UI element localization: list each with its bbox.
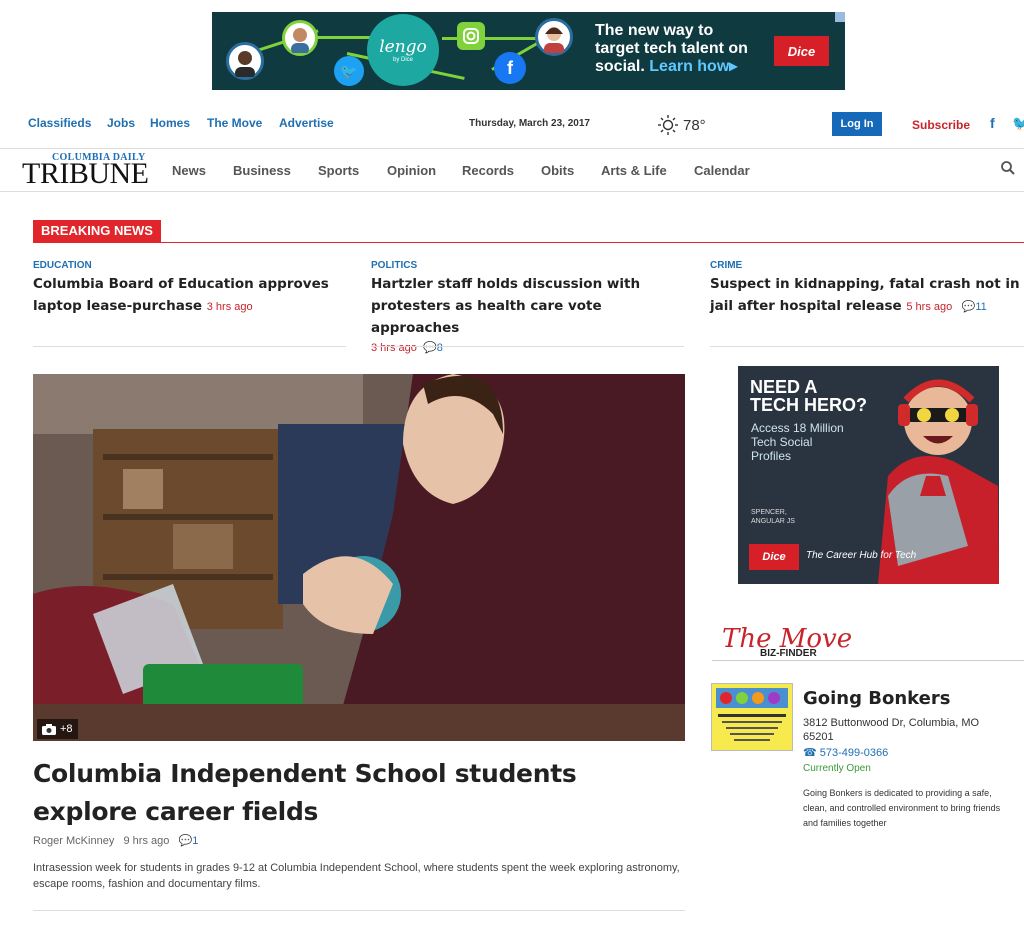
temperature: 78°	[683, 116, 706, 134]
story-headline[interactable]: Hartzler staff holds discussion with pro…	[371, 273, 686, 339]
business-phone-number[interactable]: 573-499-0366	[820, 747, 889, 759]
biz-finder-label: BIZ-FINDER	[760, 648, 817, 659]
hero-time: 9 hrs ago	[123, 835, 170, 847]
hero-photo[interactable]: +8	[33, 374, 685, 741]
nav-item-business[interactable]: Business	[233, 163, 291, 178]
comment-icon[interactable]: 💬	[423, 342, 437, 354]
instagram-icon	[457, 22, 485, 50]
subscribe-link[interactable]: Subscribe	[912, 118, 970, 132]
photo-gallery-badge[interactable]: +8	[37, 719, 78, 739]
ad-line: The new way to	[595, 22, 714, 39]
biz-finder-divider	[712, 660, 1024, 661]
learn-how-link[interactable]: Learn how	[649, 58, 729, 75]
story-headline-text[interactable]: Hartzler staff holds discussion with pro…	[371, 276, 640, 336]
current-date: Thursday, March 23, 2017	[469, 118, 590, 129]
nav-item-records[interactable]: Records	[462, 163, 514, 178]
story-category[interactable]: CRIME	[710, 260, 1024, 271]
dice-logo: Dice	[749, 544, 799, 570]
comment-icon[interactable]: 💬	[962, 301, 976, 313]
ad-tagline: The Career Hub for Tech	[806, 550, 917, 561]
facebook-icon[interactable]: f	[990, 115, 995, 131]
breaking-news-label: BREAKING NEWS	[33, 220, 161, 242]
sun-icon	[658, 115, 678, 135]
comment-icon[interactable]: 💬	[179, 835, 193, 847]
comment-count[interactable]: 11	[975, 301, 986, 313]
author-name[interactable]: Roger McKinney	[33, 835, 114, 847]
ad-line: target tech talent on	[595, 40, 748, 57]
main-nav: COLUMBIA DAILY TRIBUNE News Business Spo…	[0, 148, 1024, 192]
twitter-icon: 🐦	[334, 56, 364, 86]
avatar-icon	[282, 20, 318, 56]
utility-link-classifieds[interactable]: Classifieds	[28, 116, 91, 130]
business-status: Currently Open	[803, 763, 871, 774]
comment-count[interactable]: 1	[192, 835, 198, 847]
ad-caption: SPENCER, ANGULAR JS	[751, 509, 795, 525]
story-divider	[710, 346, 1024, 347]
hero-meta: Roger McKinney 9 hrs ago 💬1	[33, 834, 198, 847]
facebook-icon: f	[494, 52, 526, 84]
avatar-icon	[535, 18, 573, 56]
twitter-icon[interactable]: 🐦	[1012, 115, 1024, 132]
business-phone[interactable]: ☎ 573-499-0366	[803, 746, 888, 759]
lengo-logo: lengo by Dice	[367, 14, 439, 86]
nav-item-calendar[interactable]: Calendar	[694, 163, 750, 178]
arrow-right-icon: ▸	[729, 58, 738, 75]
nav-item-arts-life[interactable]: Arts & Life	[601, 163, 667, 178]
hero-summary: Intrasession week for students in grades…	[33, 862, 680, 890]
story-headline[interactable]: Columbia Board of Education approves lap…	[33, 273, 348, 318]
utility-link-jobs[interactable]: Jobs	[107, 116, 135, 130]
business-image	[712, 684, 792, 750]
hero-divider	[33, 910, 685, 911]
story-divider	[371, 346, 684, 347]
story-divider	[33, 346, 346, 347]
story-category[interactable]: POLITICS	[371, 260, 686, 271]
nav-item-news[interactable]: News	[172, 163, 206, 178]
story-headline-text[interactable]: Columbia Board of Education approves lap…	[33, 276, 329, 314]
business-name[interactable]: Going Bonkers	[803, 688, 950, 709]
utility-link-advertise[interactable]: Advertise	[279, 116, 334, 130]
story-category[interactable]: EDUCATION	[33, 260, 348, 271]
story-time: 3 hrs ago	[206, 301, 253, 313]
hero-image	[33, 374, 685, 741]
ad-body: Access 18 Million Tech Social Profiles	[751, 421, 844, 463]
business-address: 3812 Buttonwood Dr, Columbia, MO 65201	[803, 717, 980, 743]
ad-copy: The new way to target tech talent on soc…	[595, 22, 748, 76]
story-time: 3 hrs ago	[371, 342, 417, 354]
business-thumbnail[interactable]	[711, 683, 793, 751]
nav-item-obits[interactable]: Obits	[541, 163, 574, 178]
the-move-biz-finder-logo[interactable]: The Move BIZ-FINDER	[720, 615, 860, 663]
utility-link-the-move[interactable]: The Move	[207, 116, 262, 130]
dice-logo: Dice	[774, 36, 829, 66]
business-description: Going Bonkers is dedicated to providing …	[803, 788, 1001, 828]
ad-headline: NEED A TECH HERO?	[750, 377, 867, 415]
weather-widget[interactable]: 78°	[657, 114, 706, 136]
hero-headline[interactable]: Columbia Independent School students exp…	[33, 755, 673, 831]
photo-count: +8	[60, 723, 73, 735]
top-banner-ad[interactable]: 🐦 lengo by Dice f The new way to target …	[212, 12, 845, 90]
utility-bar: Classifieds Jobs Homes The Move Advertis…	[0, 110, 1024, 138]
camera-icon	[42, 723, 56, 735]
breaking-divider	[33, 242, 1024, 243]
logo-big-text: TRIBUNE	[22, 157, 149, 190]
utility-link-homes[interactable]: Homes	[150, 116, 190, 130]
ad-line: social.	[595, 58, 645, 75]
login-button[interactable]: Log In	[832, 112, 882, 136]
story-headline[interactable]: Suspect in kidnapping, fatal crash not i…	[710, 273, 1024, 318]
site-logo[interactable]: COLUMBIA DAILY TRIBUNE	[22, 151, 154, 190]
comment-count[interactable]: 8	[437, 342, 443, 354]
nav-item-sports[interactable]: Sports	[318, 163, 359, 178]
breaking-story[interactable]: EDUCATION Columbia Board of Education ap…	[33, 260, 348, 318]
adchoices-icon[interactable]	[835, 12, 845, 22]
phone-icon: ☎	[803, 747, 817, 759]
nav-item-opinion[interactable]: Opinion	[387, 163, 436, 178]
search-icon[interactable]	[1000, 160, 1016, 176]
breaking-story[interactable]: CRIME Suspect in kidnapping, fatal crash…	[710, 260, 1024, 318]
breaking-story[interactable]: POLITICS Hartzler staff holds discussion…	[371, 260, 686, 354]
side-banner-ad[interactable]: NEED A TECH HERO? Access 18 Million Tech S…	[738, 366, 999, 584]
avatar-icon	[226, 42, 264, 80]
story-time: 5 hrs ago	[906, 301, 953, 313]
